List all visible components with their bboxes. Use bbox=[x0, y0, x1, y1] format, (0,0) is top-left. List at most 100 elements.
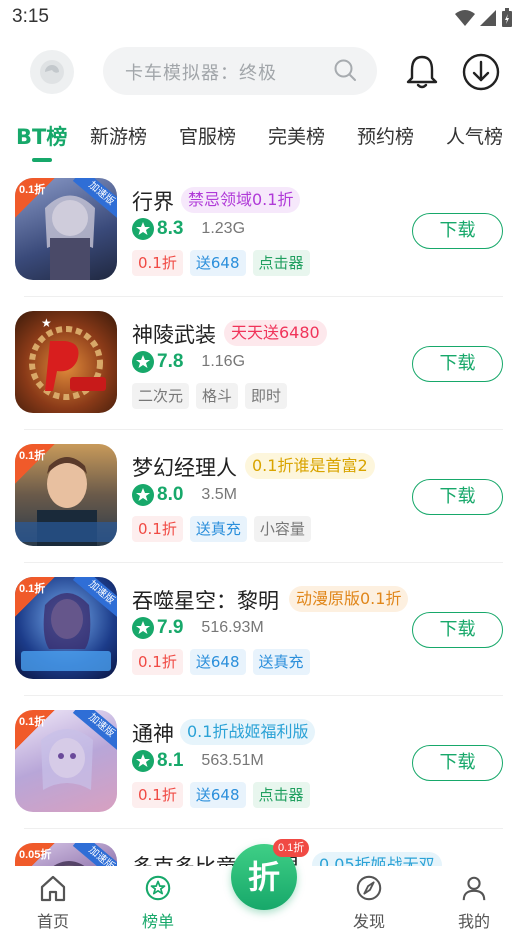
nav-profile[interactable]: 我的 bbox=[444, 874, 504, 932]
tag: 0.1折 bbox=[132, 649, 183, 675]
list-item[interactable]: 0.1折 梦幻经理人 0.1折谁是首富2 8.0 3.5M 0.1折 送真充 小… bbox=[0, 430, 527, 563]
star-icon bbox=[132, 750, 154, 772]
bell-icon[interactable] bbox=[402, 52, 442, 92]
tag: 送648 bbox=[189, 649, 246, 675]
discount-badge: 0.1折 bbox=[15, 178, 55, 218]
discount-badge: 0.1折 bbox=[15, 577, 55, 617]
rating: 8.0 3.5M bbox=[132, 484, 237, 506]
rating: 7.9 516.93M bbox=[132, 617, 264, 639]
game-art bbox=[29, 326, 106, 400]
status-bar: 3:15 bbox=[0, 0, 527, 36]
game-name: 通神 bbox=[132, 722, 174, 746]
tag: 0.1折 bbox=[132, 250, 183, 276]
discount-badge: 0.1折 bbox=[273, 839, 310, 857]
nav-rankings[interactable]: 榜单 bbox=[128, 874, 188, 932]
download-button[interactable]: 下载 bbox=[412, 346, 503, 382]
status-icons bbox=[455, 8, 513, 28]
promo-label: 天天送6480 bbox=[224, 320, 327, 346]
download-manager-icon[interactable] bbox=[461, 52, 501, 92]
list-item[interactable]: ★ 神陵武装 天天送6480 7.8 1.16G 二次元 格斗 即时 下载 bbox=[0, 297, 527, 430]
signal-icon bbox=[480, 10, 496, 26]
battery-icon bbox=[502, 8, 512, 27]
tag-list: 二次元 格斗 即时 bbox=[132, 383, 288, 409]
download-button[interactable]: 下载 bbox=[412, 213, 503, 249]
tab-official[interactable]: 官服榜 bbox=[179, 122, 236, 149]
tag: 点击器 bbox=[252, 250, 310, 276]
file-size: 1.16G bbox=[201, 353, 246, 370]
app-logo-button[interactable] bbox=[30, 50, 74, 94]
game-icon[interactable]: ★ bbox=[15, 311, 117, 413]
rating-score: 8.3 bbox=[157, 218, 184, 239]
file-size: 3.5M bbox=[201, 486, 237, 503]
download-button[interactable]: 下载 bbox=[412, 745, 503, 781]
discount-badge: 0.1折 bbox=[15, 710, 55, 750]
nav-home[interactable]: 首页 bbox=[23, 874, 83, 932]
tag: 点击器 bbox=[252, 782, 310, 808]
game-name: 吞噬星空：黎明 bbox=[132, 589, 279, 613]
star-circle-icon bbox=[145, 875, 171, 901]
wifi-icon bbox=[455, 10, 475, 26]
tag-list: 0.1折 送648 点击器 bbox=[132, 782, 310, 808]
status-time: 3:15 bbox=[12, 6, 49, 27]
tag: 二次元 bbox=[132, 383, 190, 409]
game-icon[interactable]: 0.1折 加速版 bbox=[15, 577, 117, 679]
search-icon[interactable] bbox=[333, 58, 357, 82]
compass-icon bbox=[356, 875, 382, 901]
top-header: 卡车模拟器：终极 bbox=[0, 40, 527, 104]
tag: 格斗 bbox=[196, 383, 239, 409]
tag: 送真充 bbox=[252, 649, 310, 675]
file-size: 563.51M bbox=[201, 752, 264, 769]
tab-preorder[interactable]: 预约榜 bbox=[357, 122, 414, 149]
home-icon bbox=[40, 875, 66, 902]
star-icon bbox=[132, 484, 154, 506]
search-placeholder: 卡车模拟器：终极 bbox=[125, 63, 277, 84]
game-icon[interactable]: 0.1折 加速版 bbox=[15, 178, 117, 280]
user-icon bbox=[462, 876, 486, 901]
promo-label: 0.1折战姬福利版 bbox=[180, 719, 316, 745]
promo-label: 禁忌领域0.1折 bbox=[181, 187, 301, 213]
list-item[interactable]: 0.1折 加速版 行界 禁忌领域0.1折 8.3 1.23G 0.1折 送648… bbox=[0, 164, 527, 297]
star-icon bbox=[132, 351, 154, 373]
promo-label: 动漫原版0.1折 bbox=[289, 586, 409, 612]
discount-badge: 0.1折 bbox=[15, 444, 55, 484]
rating: 8.3 1.23G bbox=[132, 218, 245, 240]
star-icon: ★ bbox=[41, 316, 52, 330]
download-button[interactable]: 下载 bbox=[412, 612, 503, 648]
game-icon[interactable]: 0.1折 加速版 bbox=[15, 710, 117, 812]
list-item[interactable]: 0.1折 加速版 吞噬星空：黎明 动漫原版0.1折 7.9 516.93M 0.… bbox=[0, 563, 527, 696]
rating-score: 8.0 bbox=[157, 484, 184, 505]
tag: 0.1折 bbox=[132, 782, 183, 808]
rating: 8.1 563.51M bbox=[132, 750, 264, 772]
ranking-tabs: BT榜 新游榜 官服榜 完美榜 预约榜 人气榜 bbox=[0, 112, 527, 164]
tag: 送真充 bbox=[189, 516, 247, 542]
tag: 送648 bbox=[189, 782, 246, 808]
tag: 小容量 bbox=[253, 516, 311, 542]
tab-new-games[interactable]: 新游榜 bbox=[90, 122, 147, 149]
nav-discover[interactable]: 发现 bbox=[339, 874, 399, 932]
rating: 7.8 1.16G bbox=[132, 351, 245, 373]
tag: 送648 bbox=[189, 250, 246, 276]
game-name: 行界 bbox=[132, 190, 174, 214]
rating-score: 8.1 bbox=[157, 750, 184, 771]
tab-perfect[interactable]: 完美榜 bbox=[268, 122, 325, 149]
active-tab-indicator bbox=[32, 158, 52, 162]
game-name: 神陵武装 bbox=[132, 323, 216, 347]
search-bar[interactable]: 卡车模拟器：终极 bbox=[103, 47, 377, 95]
promo-label: 0.1折谁是首富2 bbox=[245, 453, 375, 479]
tab-bt[interactable]: BT榜 bbox=[16, 121, 67, 151]
tag-list: 0.1折 送648 送真充 bbox=[132, 649, 310, 675]
tag: 即时 bbox=[245, 383, 288, 409]
rating-score: 7.8 bbox=[157, 351, 184, 372]
tag-list: 0.1折 送真充 小容量 bbox=[132, 516, 311, 542]
game-icon[interactable]: 0.1折 bbox=[15, 444, 117, 546]
star-icon bbox=[132, 218, 154, 240]
download-button[interactable]: 下载 bbox=[412, 479, 503, 515]
star-icon bbox=[132, 617, 154, 639]
bottom-nav: 首页 榜单 折 0.1折 发现 我的 bbox=[0, 839, 527, 938]
file-size: 516.93M bbox=[201, 619, 264, 636]
list-item[interactable]: 0.1折 加速版 通神 0.1折战姬福利版 8.1 563.51M 0.1折 送… bbox=[0, 696, 527, 829]
file-size: 1.23G bbox=[201, 220, 246, 237]
tab-popular[interactable]: 人气榜 bbox=[446, 122, 503, 149]
rating-score: 7.9 bbox=[157, 617, 184, 638]
tag: 0.1折 bbox=[132, 516, 183, 542]
